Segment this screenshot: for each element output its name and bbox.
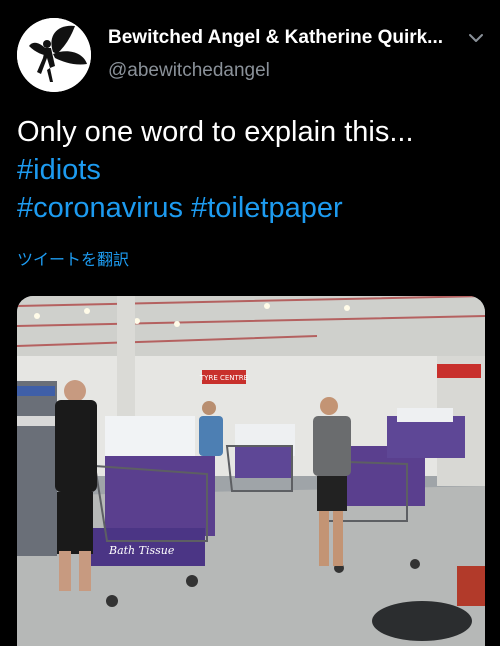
author-avatar[interactable]: [17, 18, 91, 92]
tweet-header: Bewitched Angel & Katherine Quirk... @ab…: [0, 0, 500, 100]
package-label-text: Bath Tissue: [108, 544, 175, 557]
fairy-silhouette-avatar-icon: [17, 18, 91, 92]
hashtag-link[interactable]: #coronavirus: [17, 192, 183, 224]
translate-tweet-link[interactable]: ツイートを翻訳: [17, 246, 129, 270]
tweet-photo[interactable]: TYRE CENTRE Bath Tissue: [17, 296, 485, 646]
chevron-down-icon[interactable]: [466, 28, 486, 48]
hashtag-link[interactable]: #toiletpaper: [191, 192, 343, 224]
store-sign-text: TYRE CENTRE: [199, 374, 248, 382]
author-display-name[interactable]: Bewitched Angel & Katherine Quirk...: [108, 27, 453, 49]
store-photo-illustration: TYRE CENTRE Bath Tissue: [17, 296, 485, 646]
tweet-text-line: Only one word to explain this...: [17, 116, 414, 148]
hashtag-link[interactable]: #idiots: [17, 154, 101, 186]
author-handle[interactable]: @abewitchedangel: [108, 60, 270, 82]
tweet-text: Only one word to explain this... #idiots…: [17, 113, 487, 227]
